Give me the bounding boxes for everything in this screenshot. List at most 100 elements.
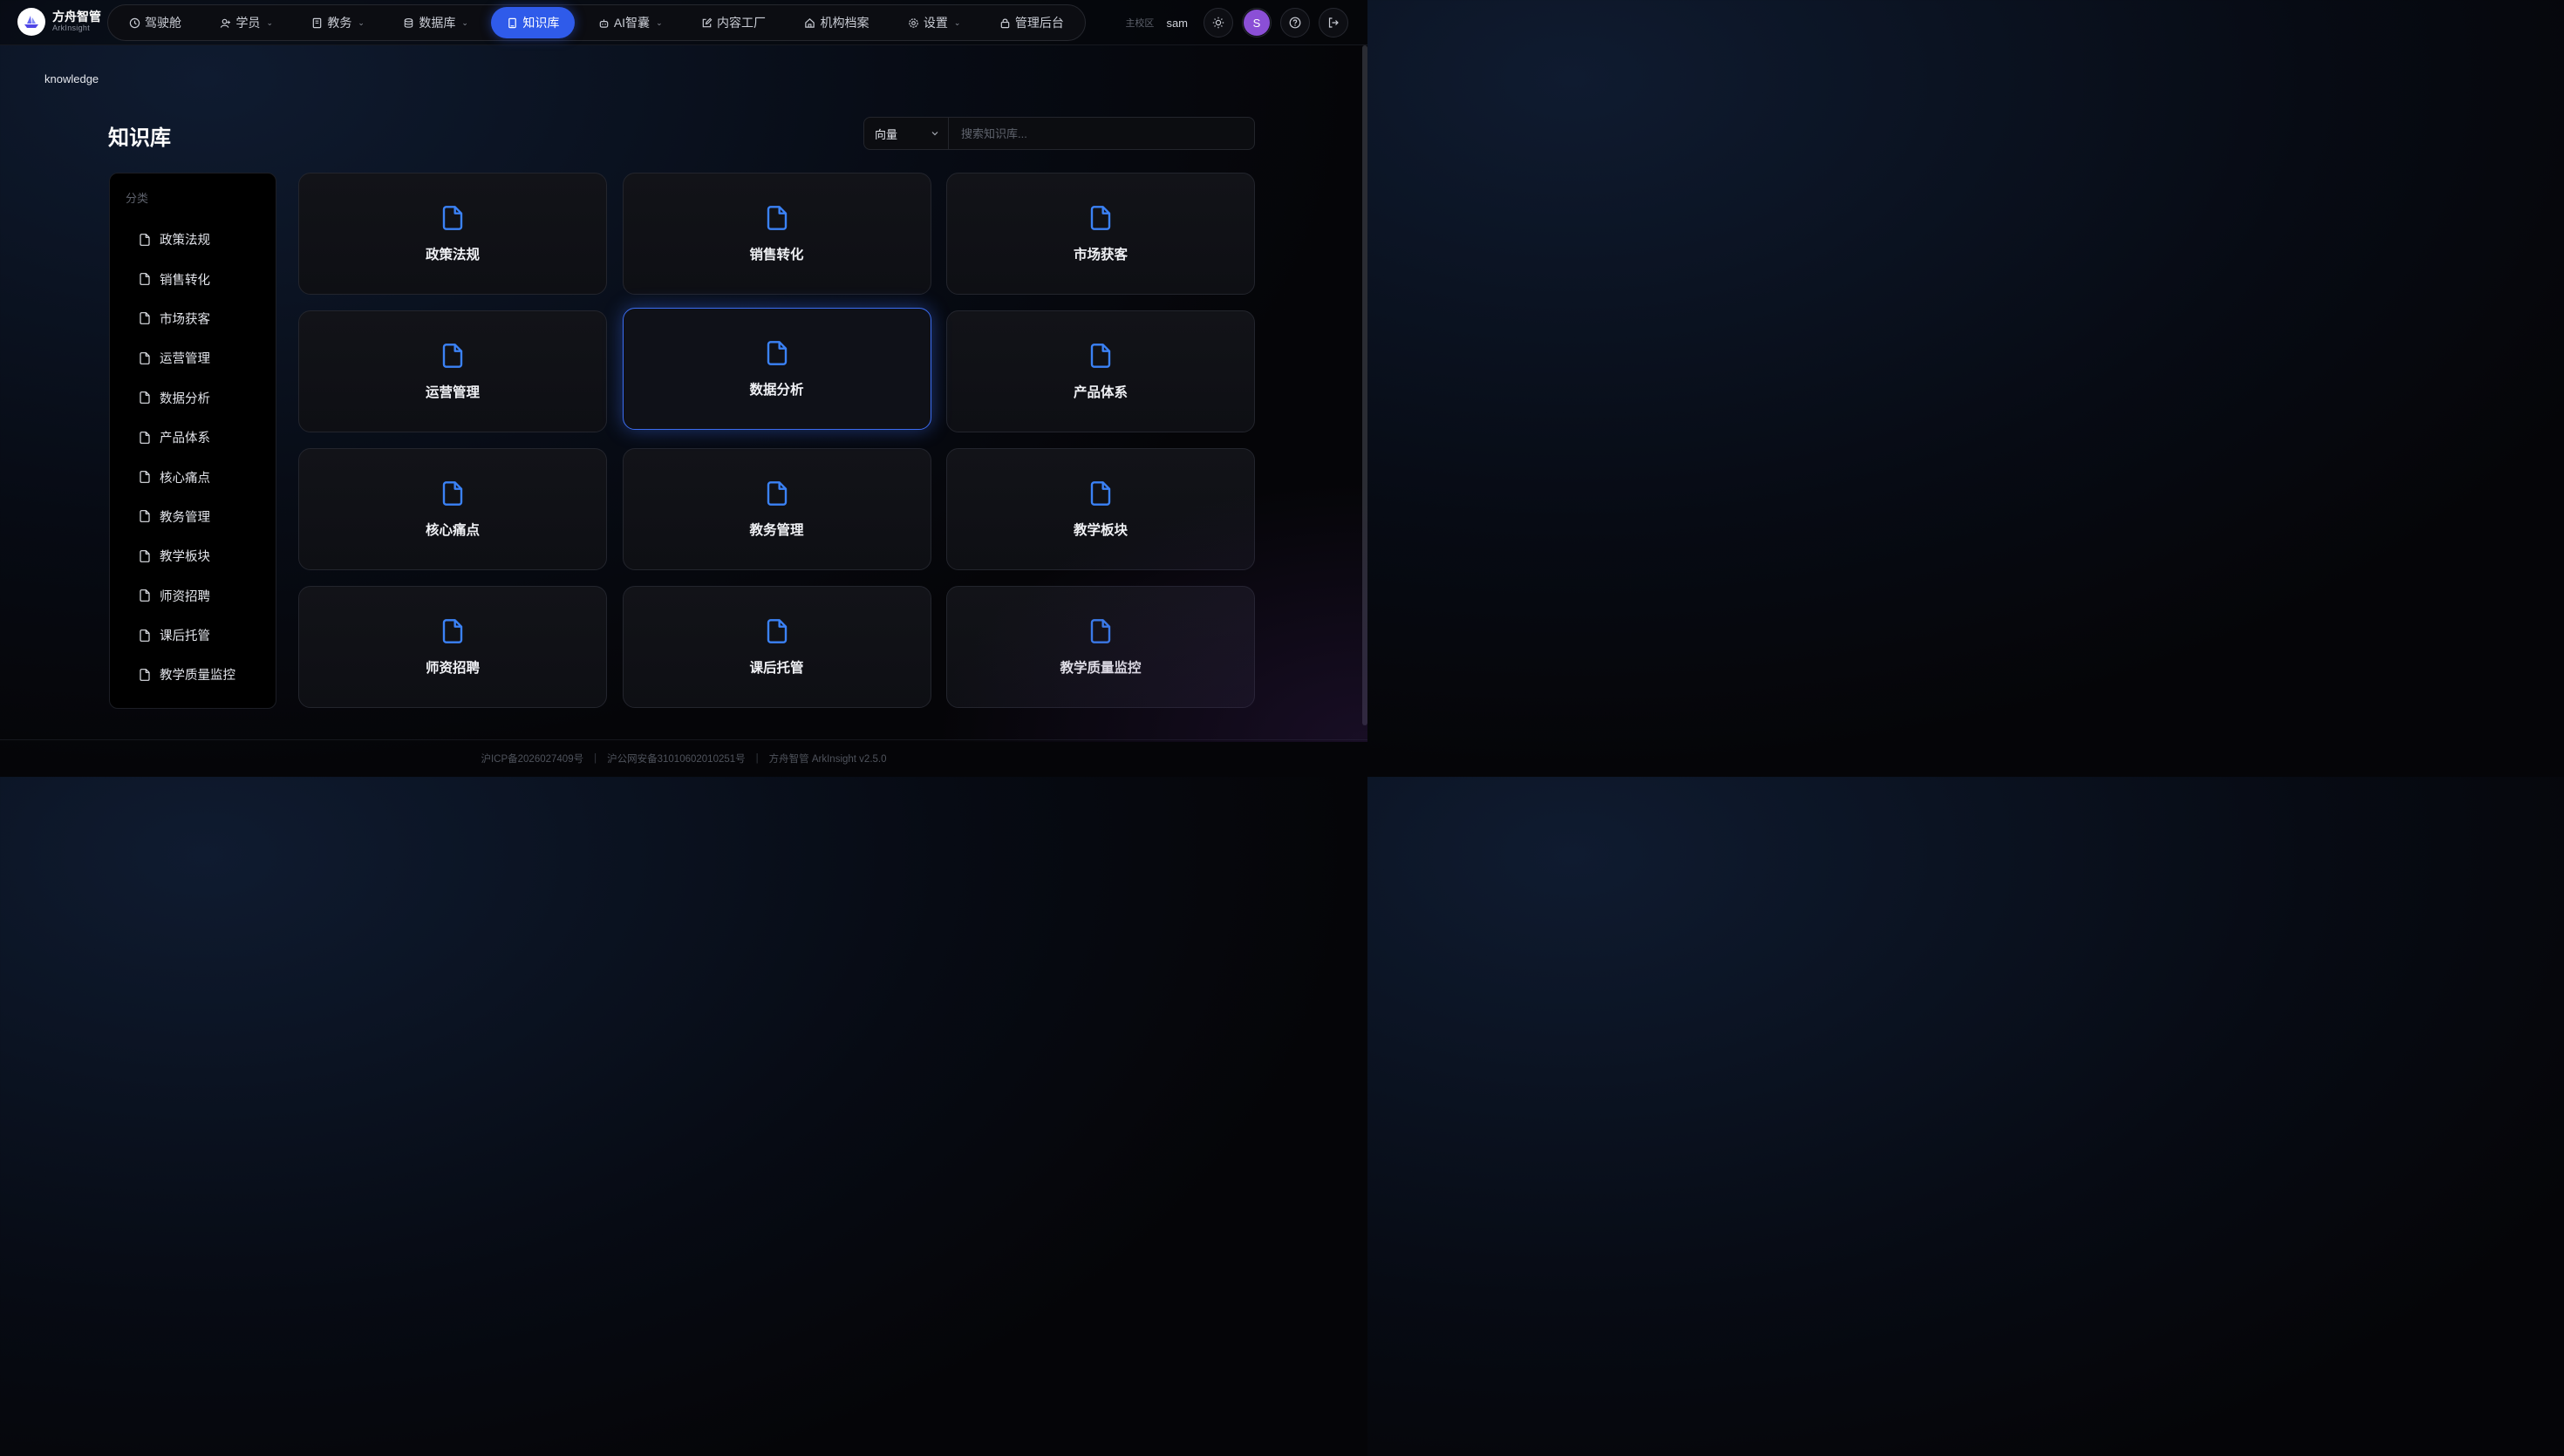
- sidebar-category-item[interactable]: 销售转化: [110, 259, 276, 298]
- book-icon: [313, 17, 322, 28]
- help-icon: [1289, 17, 1301, 29]
- document-icon: [442, 481, 463, 506]
- document-icon: [767, 341, 787, 365]
- breadcrumb: knowledge: [44, 72, 99, 85]
- chevron-down-icon: ⌄: [953, 17, 961, 27]
- knowledge-category-card[interactable]: 教学质量监控: [946, 586, 1255, 708]
- document-icon: [1090, 481, 1111, 506]
- document-icon: [140, 233, 150, 246]
- knowledge-category-card[interactable]: 产品体系: [946, 310, 1255, 432]
- knowledge-category-card[interactable]: 教务管理: [622, 448, 931, 570]
- sidebar-category-item[interactable]: 课后托管: [110, 616, 276, 655]
- nav-item-database[interactable]: 数据库 ⌄: [387, 7, 484, 38]
- document-icon: [767, 206, 787, 230]
- knowledge-category-card[interactable]: 市场获客: [946, 173, 1255, 295]
- sidebar-category-label: 销售转化: [160, 273, 210, 288]
- sidebar-category-item[interactable]: 产品体系: [110, 418, 276, 457]
- document-icon: [442, 619, 463, 643]
- sidebar-category-label: 运营管理: [160, 352, 210, 367]
- header-tools: 主校区 sam S: [1125, 8, 1348, 37]
- card-label: 产品体系: [1073, 385, 1128, 400]
- search-mode-select[interactable]: 向量: [864, 118, 949, 149]
- knowledge-category-card[interactable]: 课后托管: [622, 586, 931, 708]
- edit-icon: [702, 17, 713, 27]
- knowledge-category-card[interactable]: 数据分析: [622, 308, 931, 430]
- footer: 沪ICP备2026027409号 | 沪公网安备31010602010251号 …: [0, 739, 1367, 777]
- card-label: 运营管理: [425, 385, 480, 400]
- document-icon: [140, 273, 150, 286]
- card-label: 师资招聘: [425, 661, 480, 676]
- sidebar-category-item[interactable]: 教学板块: [110, 536, 276, 575]
- sidebar-category-label: 市场获客: [160, 312, 210, 327]
- knowledge-category-card[interactable]: 核心痛点: [298, 448, 607, 570]
- gear-icon: [909, 17, 918, 28]
- page-scrollbar[interactable]: [1362, 45, 1367, 725]
- document-icon: [1090, 619, 1111, 643]
- campus-label[interactable]: 主校区: [1125, 16, 1154, 30]
- sidebar-category-item[interactable]: 数据分析: [110, 378, 276, 418]
- nav-item-ai[interactable]: AI智囊 ⌄: [583, 7, 679, 38]
- home-icon: [805, 17, 815, 28]
- document-icon: [140, 589, 150, 602]
- sidebar-category-label: 教学板块: [160, 550, 210, 565]
- document-icon: [140, 549, 150, 562]
- nav-item-admin[interactable]: 管理后台: [984, 7, 1080, 38]
- document-icon: [140, 471, 150, 483]
- sidebar-category-item[interactable]: 运营管理: [110, 338, 276, 378]
- sidebar-category-label: 教务管理: [160, 510, 210, 525]
- search-input[interactable]: [949, 118, 1254, 149]
- police-record[interactable]: 沪公网安备31010602010251号: [607, 752, 746, 765]
- nav-item-cockpit[interactable]: 驾驶舱: [113, 7, 197, 38]
- knowledge-category-card[interactable]: 教学板块: [946, 448, 1255, 570]
- avatar: S: [1244, 10, 1270, 36]
- sidebar-category-item[interactable]: 教务管理: [110, 497, 276, 536]
- knowledge-category-card[interactable]: 销售转化: [622, 173, 931, 295]
- user-avatar-button[interactable]: S: [1242, 8, 1272, 37]
- card-label: 市场获客: [1073, 248, 1128, 262]
- brand[interactable]: 方舟智管 ArkInsight: [17, 8, 101, 36]
- sidebar-category-label: 核心痛点: [160, 471, 210, 486]
- sidebar-category-item[interactable]: 市场获客: [110, 299, 276, 338]
- notebook-icon: [508, 17, 517, 28]
- document-icon: [442, 344, 463, 368]
- help-button[interactable]: [1280, 8, 1310, 37]
- knowledge-category-card[interactable]: 运营管理: [298, 310, 607, 432]
- card-label: 教务管理: [749, 523, 804, 538]
- chevron-down-icon: ⌄: [656, 17, 663, 27]
- ark-logo-icon: [17, 8, 45, 36]
- knowledge-category-card[interactable]: 师资招聘: [298, 586, 607, 708]
- document-icon: [1090, 206, 1111, 230]
- footer-separator: |: [594, 753, 597, 764]
- nav-item-students[interactable]: 学员 ⌄: [204, 7, 289, 38]
- theme-toggle-button[interactable]: [1204, 8, 1233, 37]
- nav-item-org-profile[interactable]: 机构档案: [788, 7, 884, 38]
- nav-item-content-factory[interactable]: 内容工厂: [685, 7, 781, 38]
- document-icon: [767, 619, 787, 643]
- knowledge-category-card[interactable]: 政策法规: [298, 173, 607, 295]
- sidebar-category-item[interactable]: 师资招聘: [110, 576, 276, 616]
- chevron-down-icon: ⌄: [461, 17, 468, 27]
- logout-icon: [1328, 17, 1339, 28]
- card-label: 销售转化: [749, 248, 804, 262]
- search-mode-value: 向量: [875, 127, 898, 141]
- nav-item-academic[interactable]: 教务 ⌄: [296, 7, 380, 38]
- icp-record[interactable]: 沪ICP备2026027409号: [481, 752, 583, 765]
- sidebar-category-item[interactable]: 政策法规: [110, 220, 276, 259]
- logout-button[interactable]: [1319, 8, 1348, 37]
- robot-icon: [599, 18, 609, 28]
- chevron-down-icon: [931, 132, 938, 136]
- document-icon: [140, 391, 150, 405]
- document-icon: [442, 206, 463, 230]
- nav-item-settings[interactable]: 设置 ⌄: [892, 7, 977, 38]
- document-icon: [140, 669, 150, 681]
- sidebar-category-label: 政策法规: [160, 234, 210, 248]
- nav-item-knowledge[interactable]: 知识库: [491, 7, 576, 38]
- sun-icon: [1212, 17, 1224, 29]
- document-icon: [140, 629, 150, 642]
- search-bar: 向量: [863, 117, 1255, 150]
- user-plus-icon: [221, 18, 231, 28]
- sidebar-category-item[interactable]: 教学质量监控: [110, 655, 276, 694]
- sidebar-category-label: 课后托管: [160, 629, 210, 644]
- document-icon: [140, 351, 150, 364]
- sidebar-category-item[interactable]: 核心痛点: [110, 457, 276, 496]
